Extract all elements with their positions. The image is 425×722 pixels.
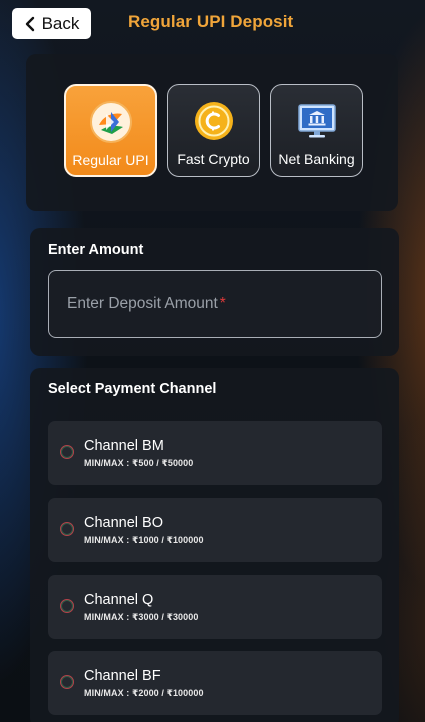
header: Back Regular UPI Deposit — [0, 0, 425, 48]
chevron-left-icon — [25, 16, 34, 31]
bank-monitor-icon — [295, 99, 339, 143]
channel-min-max: MIN/MAX : ₹500 / ₹50000 — [84, 458, 194, 468]
method-label: Net Banking — [278, 151, 355, 167]
method-regular-upi[interactable]: Regular UPI — [64, 84, 157, 177]
deposit-amount-input[interactable]: Enter Deposit Amount * — [48, 270, 382, 338]
required-marker: * — [219, 295, 226, 312]
channel-min-max: MIN/MAX : ₹2000 / ₹100000 — [84, 688, 204, 698]
page-title: Regular UPI Deposit — [128, 12, 294, 31]
channel-min-max: MIN/MAX : ₹1000 / ₹100000 — [84, 535, 204, 545]
channel-option[interactable]: Channel BM MIN/MAX : ₹500 / ₹50000 — [48, 421, 382, 485]
channel-min-max: MIN/MAX : ₹3000 / ₹30000 — [84, 612, 199, 622]
back-label: Back — [41, 13, 80, 33]
channel-option[interactable]: Channel BO MIN/MAX : ₹1000 / ₹100000 — [48, 498, 382, 562]
radio-button[interactable] — [60, 599, 74, 613]
channel-name: Channel BO — [84, 515, 163, 531]
method-label: Regular UPI — [72, 152, 149, 168]
radio-button[interactable] — [60, 675, 74, 689]
method-label: Fast Crypto — [177, 151, 250, 167]
radio-button[interactable] — [60, 522, 74, 536]
channel-name: Channel BM — [84, 438, 164, 454]
deposit-amount-placeholder: Enter Deposit Amount — [67, 295, 218, 312]
back-button[interactable]: Back — [12, 8, 91, 39]
payment-method-selector: Regular UPI Fast Crypto Net Banking — [26, 54, 398, 211]
method-fast-crypto[interactable]: Fast Crypto — [167, 84, 260, 177]
upi-logo-icon — [89, 100, 133, 144]
amount-section-title: Enter Amount — [48, 242, 144, 258]
amount-section: Enter Amount Enter Deposit Amount * — [30, 228, 399, 356]
channel-name: Channel BF — [84, 668, 161, 684]
channel-option[interactable]: Channel Q MIN/MAX : ₹3000 / ₹30000 — [48, 575, 382, 639]
crypto-coin-icon — [192, 99, 236, 143]
method-net-banking[interactable]: Net Banking — [270, 84, 363, 177]
payment-channel-section: Select Payment Channel Channel BM MIN/MA… — [30, 368, 399, 722]
channel-section-title: Select Payment Channel — [48, 381, 217, 397]
channel-name: Channel Q — [84, 592, 154, 608]
channel-option[interactable]: Channel BF MIN/MAX : ₹2000 / ₹100000 — [48, 651, 382, 715]
radio-button[interactable] — [60, 445, 74, 459]
